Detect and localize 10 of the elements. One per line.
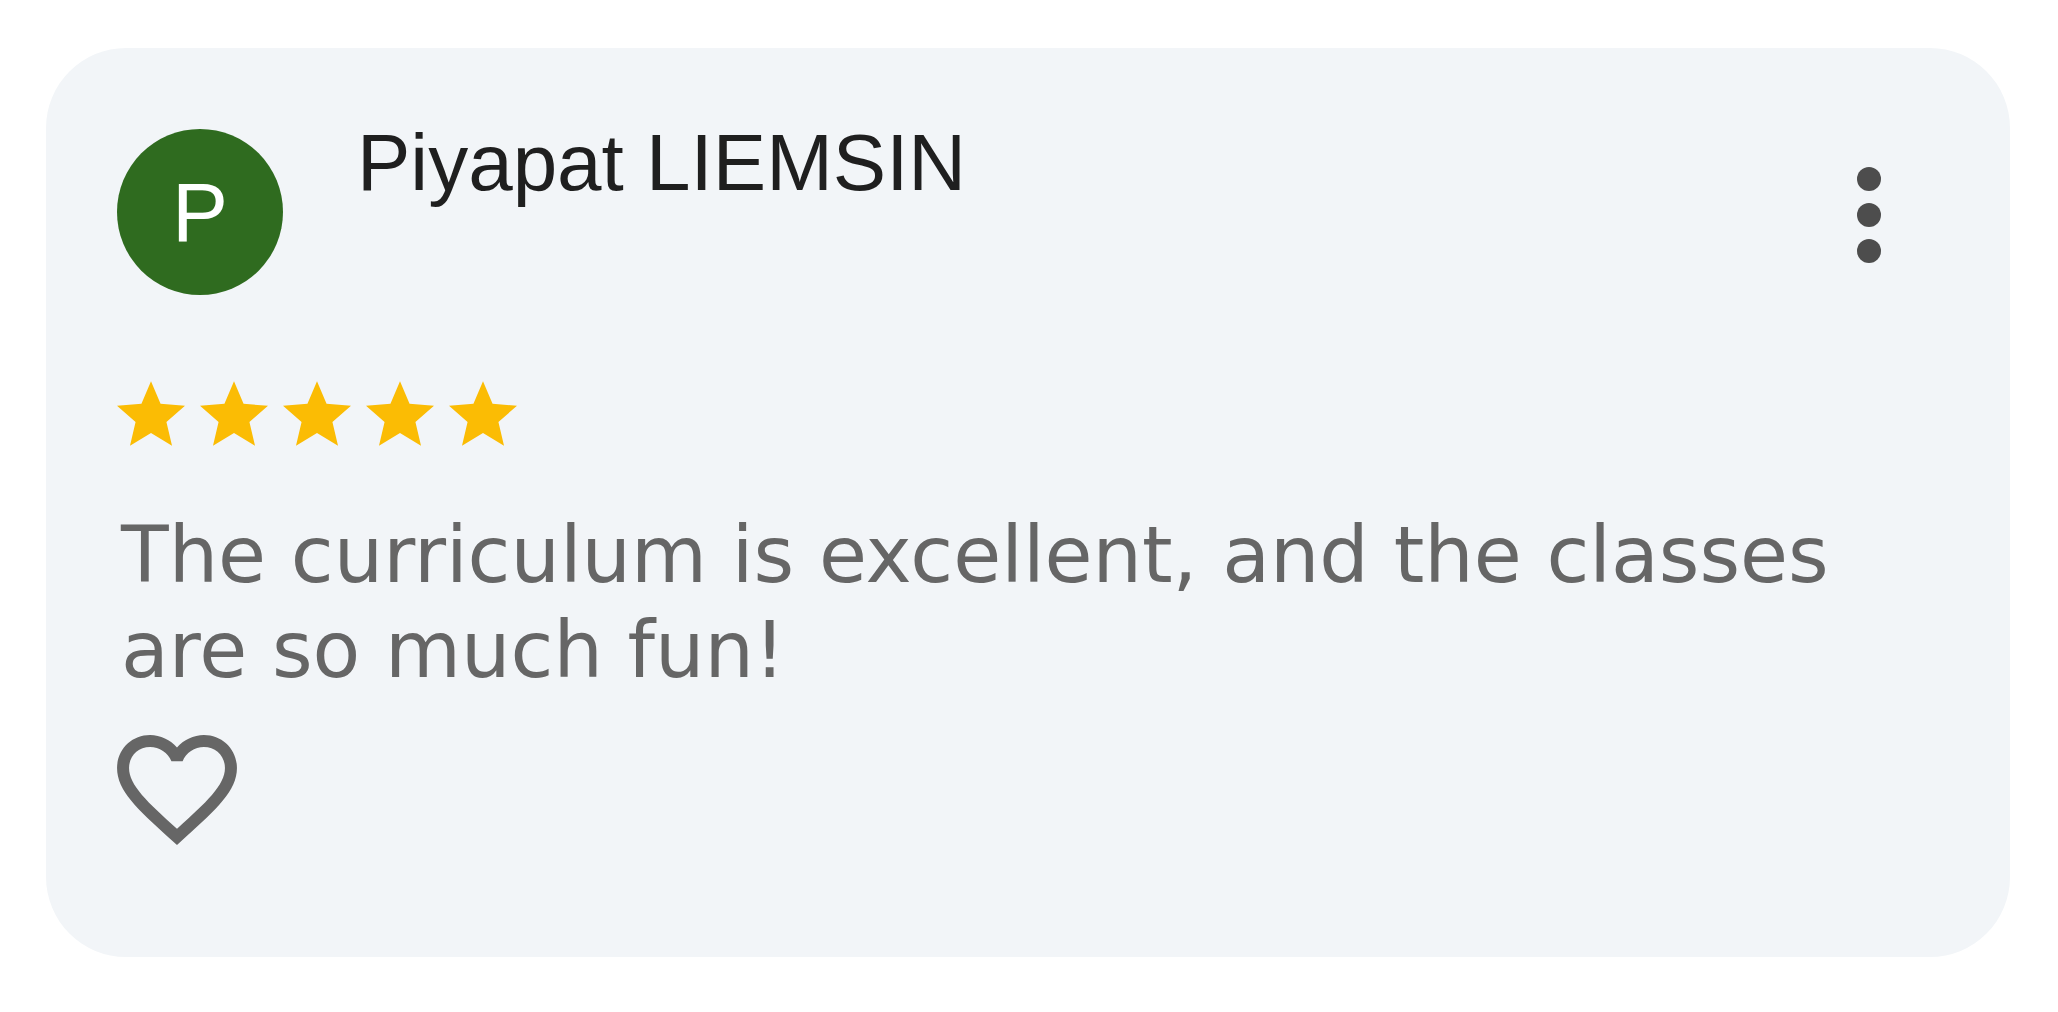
star-filled-icon — [366, 381, 434, 446]
more-vertical-icon — [1857, 167, 1881, 263]
star-filled-icon — [200, 381, 268, 446]
review-text: The curriculum is excellent, and the classes are so much fun! — [121, 509, 1830, 697]
star-filled-icon — [283, 381, 351, 446]
avatar: P — [117, 129, 283, 295]
heart-icon — [117, 735, 237, 845]
star-filled-icon — [117, 381, 185, 446]
star-filled-icon — [449, 381, 517, 446]
like-button[interactable] — [117, 735, 237, 845]
